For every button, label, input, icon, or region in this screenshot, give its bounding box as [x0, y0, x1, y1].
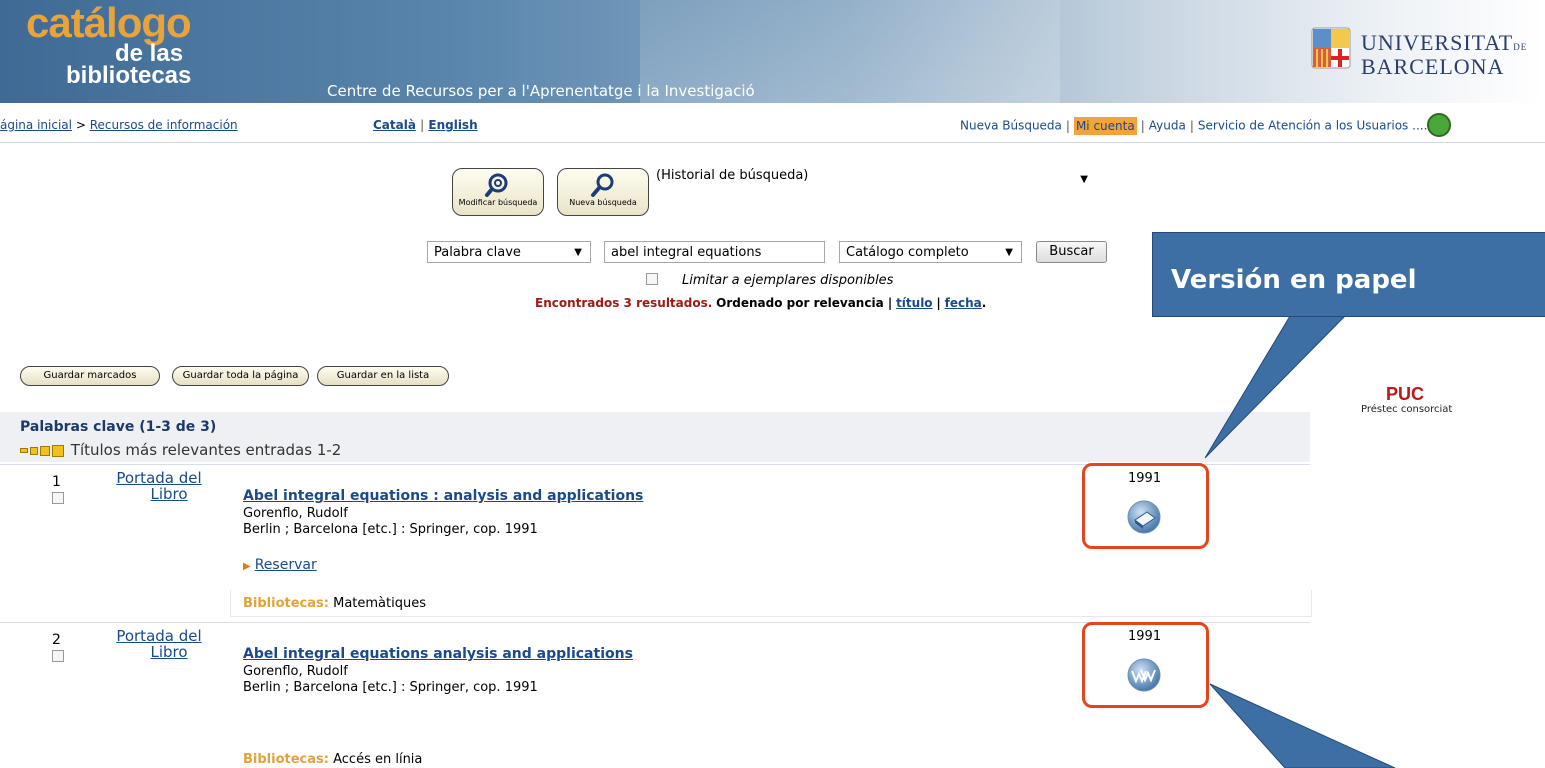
paper-version-callout: Versión en papel [1152, 232, 1545, 317]
callout-text: Versión en papel [1171, 265, 1417, 295]
callout-pointer-overlay [1204, 315, 1396, 768]
